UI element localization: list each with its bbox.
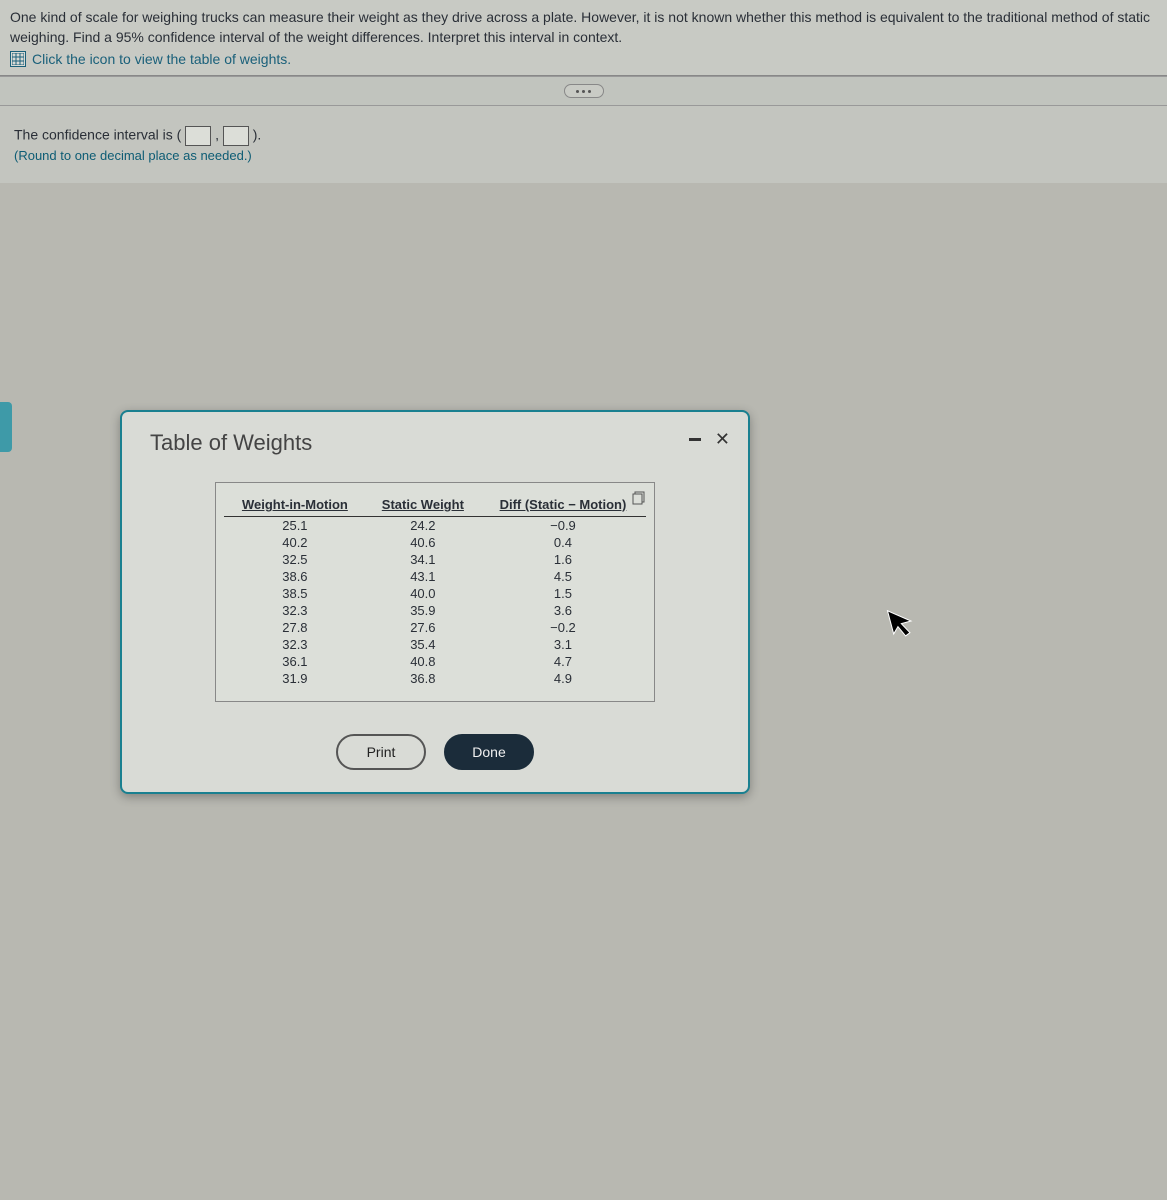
data-frame: Weight-in-Motion Static Weight Diff (Sta… — [215, 482, 655, 702]
answer-panel: The confidence interval is ( , ). (Round… — [0, 106, 1167, 183]
table-cell: 25.1 — [224, 517, 366, 535]
modal-body: Weight-in-Motion Static Weight Diff (Sta… — [122, 472, 748, 722]
table-icon — [10, 51, 26, 67]
collapse-toggle[interactable] — [564, 84, 604, 98]
table-cell: 32.3 — [224, 636, 366, 653]
print-button[interactable]: Print — [336, 734, 426, 770]
section-divider — [0, 76, 1167, 106]
table-cell: 36.8 — [366, 670, 480, 687]
table-cell: 27.8 — [224, 619, 366, 636]
rounding-hint: (Round to one decimal place as needed.) — [14, 148, 1153, 163]
table-cell: 40.6 — [366, 534, 480, 551]
question-text: One kind of scale for weighing trucks ca… — [10, 8, 1157, 47]
view-table-link[interactable]: Click the icon to view the table of weig… — [10, 51, 1157, 75]
table-cell: 43.1 — [366, 568, 480, 585]
table-cell: 4.9 — [480, 670, 646, 687]
answer-line: The confidence interval is ( , ). — [14, 126, 1153, 146]
modal-title: Table of Weights — [150, 430, 312, 456]
table-cell: 32.3 — [224, 602, 366, 619]
table-header-row: Weight-in-Motion Static Weight Diff (Sta… — [224, 493, 646, 517]
table-cell: 27.6 — [366, 619, 480, 636]
col-header: Weight-in-Motion — [224, 493, 366, 517]
view-table-label: Click the icon to view the table of weig… — [32, 51, 291, 67]
table-cell: 3.1 — [480, 636, 646, 653]
table-row: 25.124.2−0.9 — [224, 517, 646, 535]
table-cell: 1.5 — [480, 585, 646, 602]
table-cell: 36.1 — [224, 653, 366, 670]
table-cell: 38.5 — [224, 585, 366, 602]
side-handle[interactable] — [0, 402, 12, 452]
modal-footer: Print Done — [122, 722, 748, 792]
table-cell: 3.6 — [480, 602, 646, 619]
question-panel: One kind of scale for weighing trucks ca… — [0, 0, 1167, 76]
table-row: 38.540.01.5 — [224, 585, 646, 602]
table-cell: 31.9 — [224, 670, 366, 687]
table-cell: 40.0 — [366, 585, 480, 602]
close-button[interactable]: ✕ — [715, 430, 730, 448]
mouse-cursor-icon — [885, 602, 923, 650]
weights-table: Weight-in-Motion Static Weight Diff (Sta… — [224, 493, 646, 687]
copy-icon[interactable] — [630, 489, 648, 507]
table-cell: 1.6 — [480, 551, 646, 568]
table-cell: 0.4 — [480, 534, 646, 551]
table-row: 40.240.60.4 — [224, 534, 646, 551]
table-cell: 35.4 — [366, 636, 480, 653]
col-header: Diff (Static − Motion) — [480, 493, 646, 517]
answer-prefix: The confidence interval is ( — [14, 127, 181, 143]
table-row: 36.140.84.7 — [224, 653, 646, 670]
done-button[interactable]: Done — [444, 734, 534, 770]
table-cell: 35.9 — [366, 602, 480, 619]
table-row: 27.827.6−0.2 — [224, 619, 646, 636]
table-row: 31.936.84.9 — [224, 670, 646, 687]
table-modal: Table of Weights ✕ Weight-in-Motion Stat… — [120, 410, 750, 794]
table-cell: −0.9 — [480, 517, 646, 535]
table-cell: 4.5 — [480, 568, 646, 585]
answer-suffix: ). — [253, 127, 262, 143]
table-row: 38.643.14.5 — [224, 568, 646, 585]
table-row: 32.534.11.6 — [224, 551, 646, 568]
ci-lower-input[interactable] — [185, 126, 211, 146]
table-cell: 4.7 — [480, 653, 646, 670]
table-cell: 40.2 — [224, 534, 366, 551]
table-cell: −0.2 — [480, 619, 646, 636]
table-cell: 38.6 — [224, 568, 366, 585]
table-row: 32.335.93.6 — [224, 602, 646, 619]
table-cell: 24.2 — [366, 517, 480, 535]
ci-upper-input[interactable] — [223, 126, 249, 146]
modal-header: Table of Weights ✕ — [122, 412, 748, 472]
answer-comma: , — [215, 127, 219, 143]
window-controls: ✕ — [689, 430, 730, 448]
table-cell: 32.5 — [224, 551, 366, 568]
col-header: Static Weight — [366, 493, 480, 517]
table-cell: 34.1 — [366, 551, 480, 568]
table-row: 32.335.43.1 — [224, 636, 646, 653]
table-cell: 40.8 — [366, 653, 480, 670]
minimize-button[interactable] — [689, 438, 701, 441]
